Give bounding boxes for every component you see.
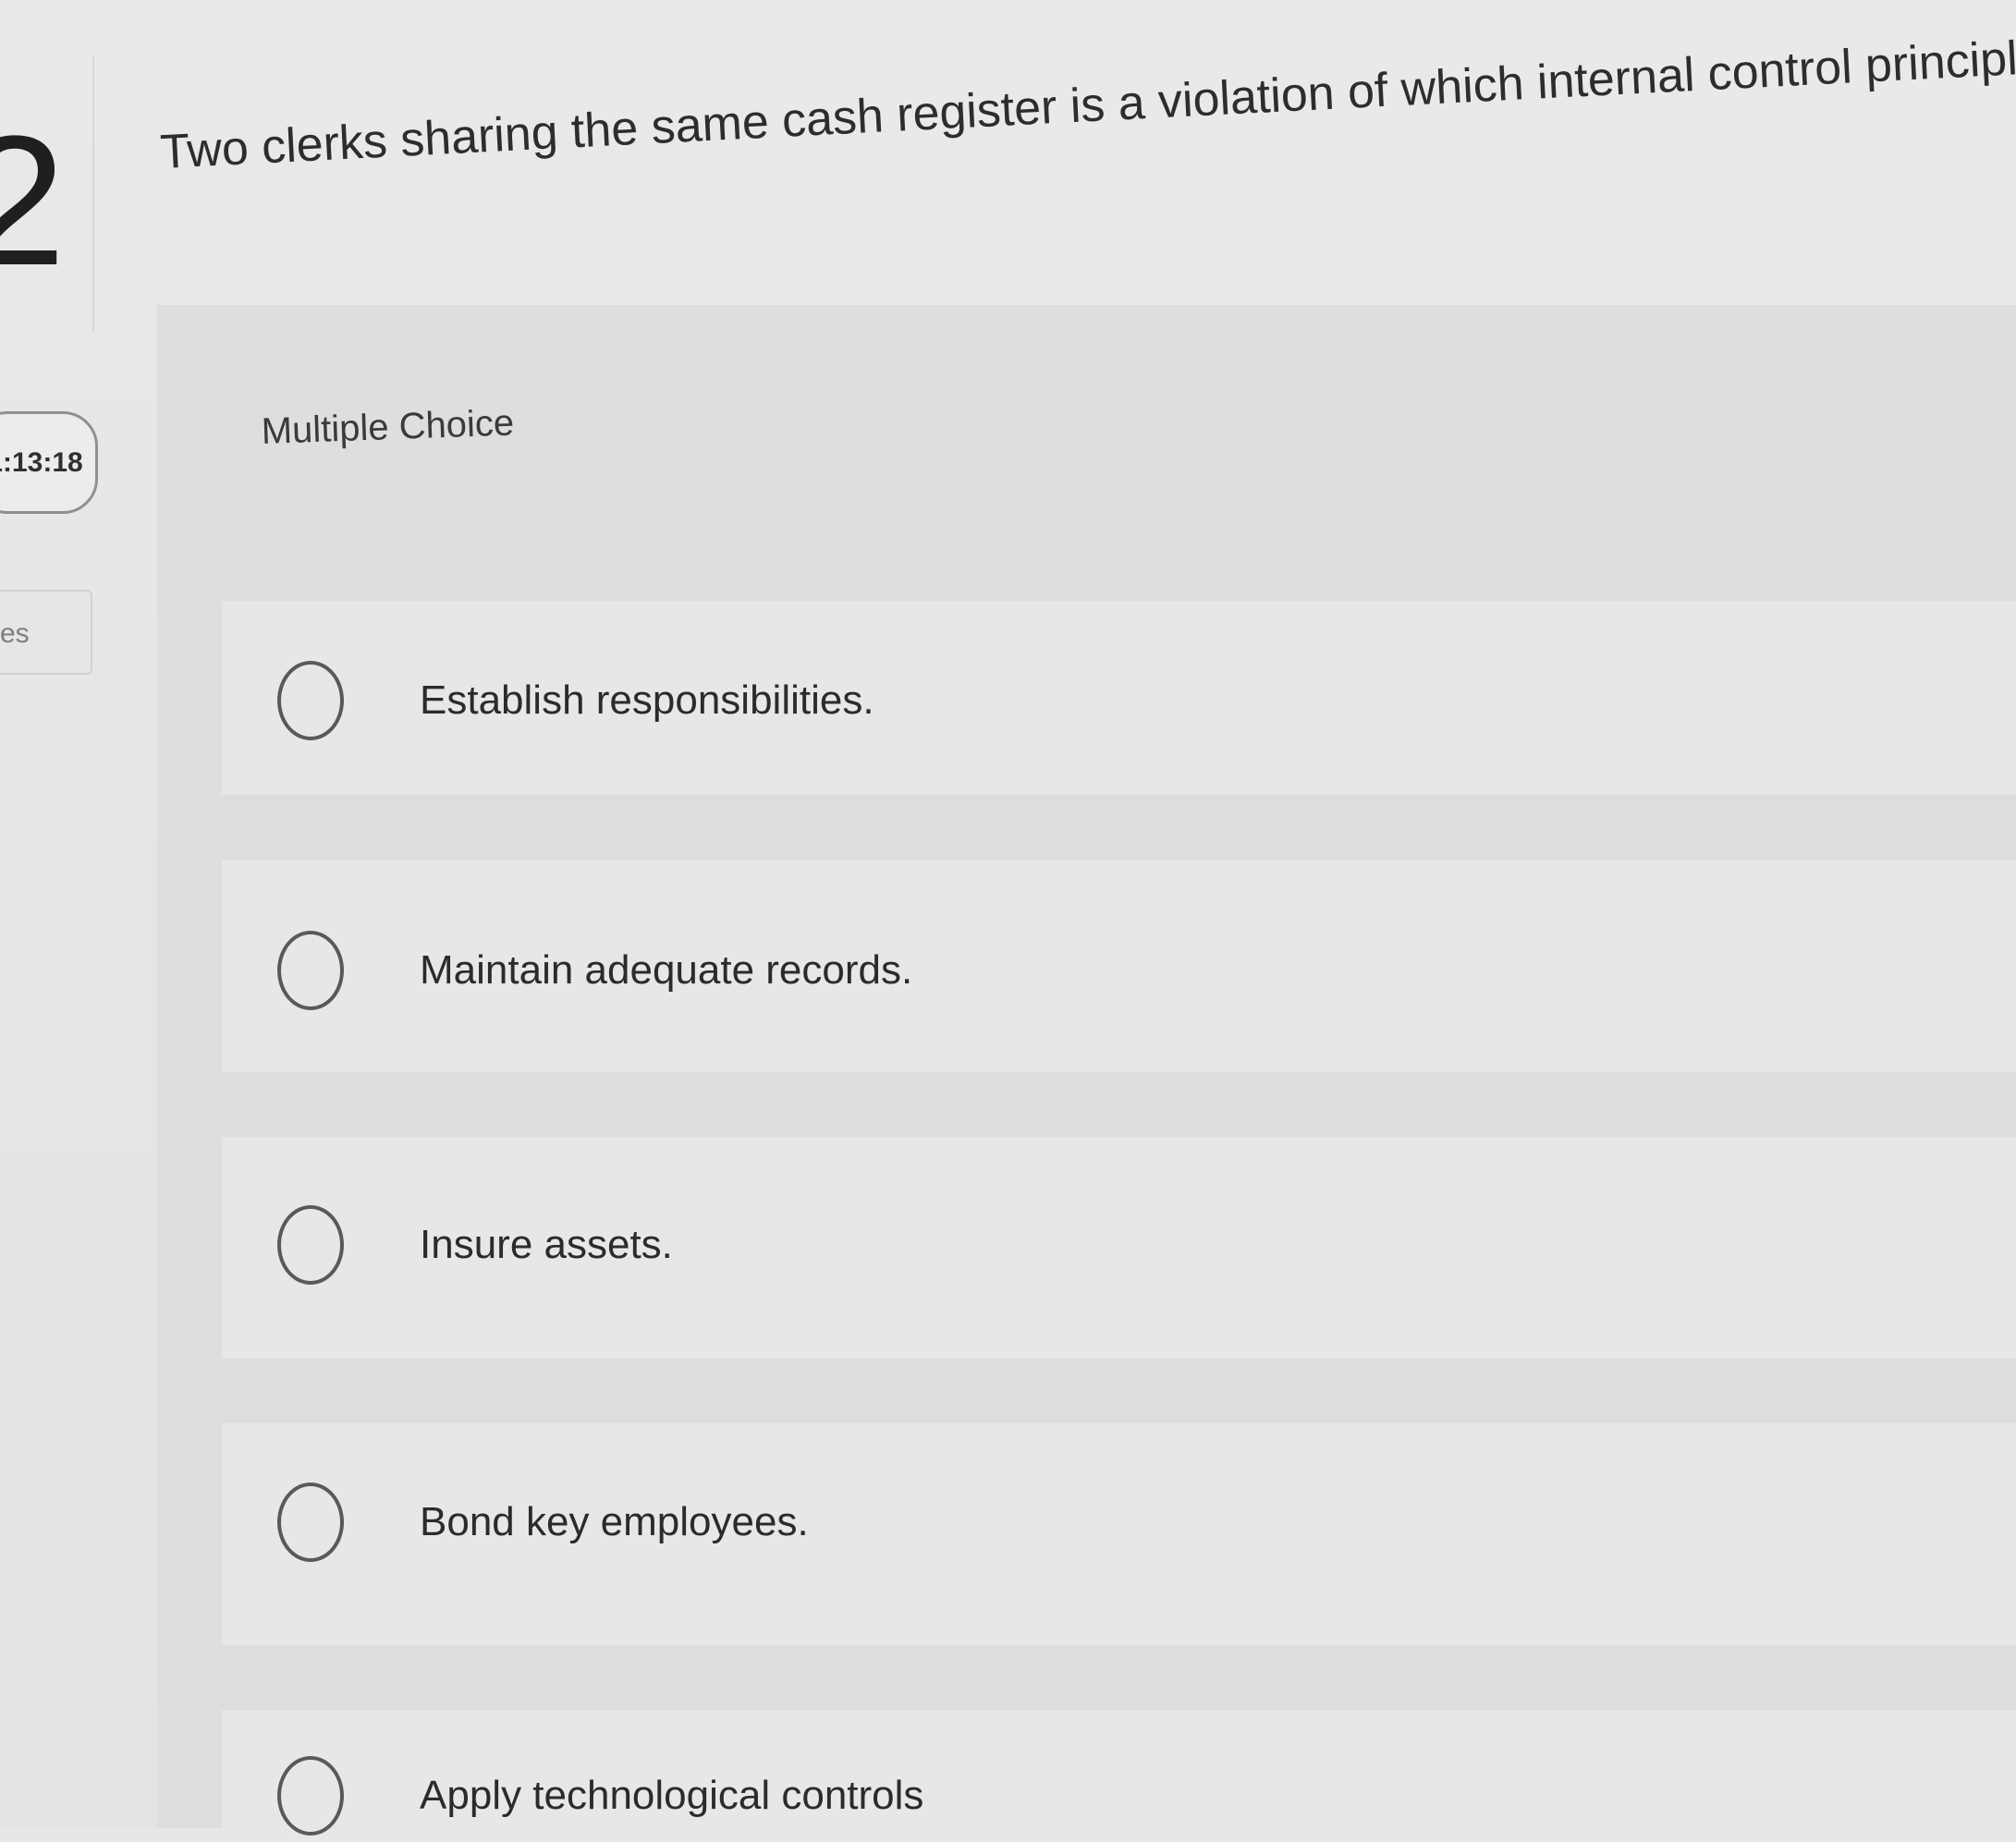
option-establish-responsibilities[interactable]: Establish responsibilities.: [277, 654, 1664, 747]
option-label: Maintain adequate records.: [420, 947, 913, 993]
timer-badge: 1:13:18: [0, 411, 98, 514]
option-divider: [222, 1359, 2016, 1423]
option-divider: [222, 1645, 2016, 1710]
option-label: Apply technological controls: [420, 1773, 924, 1818]
option-label: Establish responsibilities.: [420, 677, 874, 723]
radio-button[interactable]: [277, 1482, 344, 1562]
option-maintain-adequate-records[interactable]: Maintain adequate records.: [277, 924, 1664, 1017]
option-bond-key-employees[interactable]: Bond key employees.: [277, 1476, 1664, 1568]
side-tab-label: es: [0, 618, 30, 649]
radio-button[interactable]: [277, 1205, 344, 1285]
option-label: Insure assets.: [420, 1222, 673, 1267]
radio-button[interactable]: [277, 661, 344, 740]
option-apply-technological-controls[interactable]: Apply technological controls: [277, 1750, 1664, 1842]
option-divider: [222, 795, 2016, 860]
question-number: 2: [0, 98, 67, 304]
radio-button[interactable]: [277, 931, 344, 1010]
timer-text: 1:13:18: [0, 446, 83, 478]
radio-button[interactable]: [277, 1756, 344, 1836]
option-divider: [222, 1072, 2016, 1137]
side-tab[interactable]: es: [0, 590, 92, 675]
option-label: Bond key employees.: [420, 1499, 809, 1544]
option-insure-assets[interactable]: Insure assets.: [277, 1199, 1664, 1291]
question-type-label: Multiple Choice: [261, 402, 515, 452]
